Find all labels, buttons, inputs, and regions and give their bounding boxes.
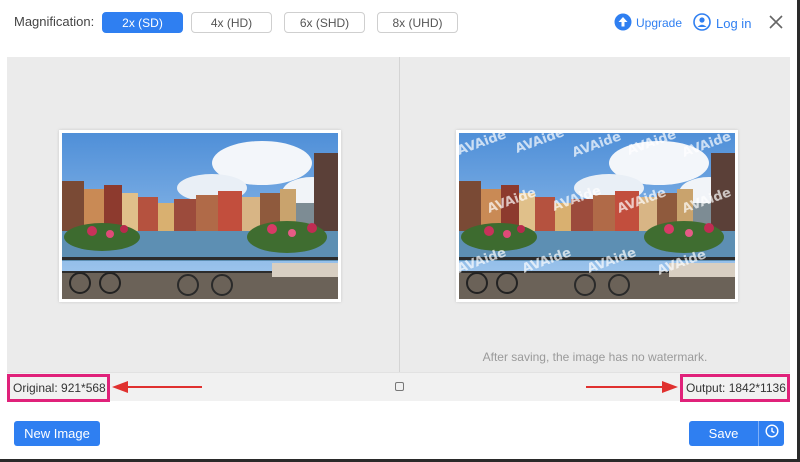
upscaler-window: Magnification: 2x (SD) 4x (HD) 6x (SHD) …: [0, 0, 800, 462]
upgrade-label: Upgrade: [636, 16, 683, 30]
user-icon: [693, 12, 711, 34]
preview-divider: [399, 57, 400, 372]
original-image-canvas: [62, 133, 338, 299]
original-image: [59, 130, 341, 302]
upgrade-icon: [614, 13, 632, 34]
login-button[interactable]: Log in: [693, 12, 751, 34]
arrow-right-icon: [586, 381, 678, 393]
magnification-6x-button[interactable]: 6x (SHD): [284, 12, 365, 33]
output-image-canvas: AVAide AVAide AVAide AVAide AVAide AVAid…: [459, 133, 735, 299]
magnification-2x-button[interactable]: 2x (SD): [102, 12, 183, 33]
arrow-left-icon: [112, 381, 202, 393]
output-dimensions: Output: 1842*1136: [680, 374, 790, 402]
toolbar: Magnification: 2x (SD) 4x (HD) 6x (SHD) …: [0, 0, 797, 45]
preview-area: AVAide AVAide AVAide AVAide AVAide AVAid…: [7, 57, 790, 372]
magnification-4x-button[interactable]: 4x (HD): [191, 12, 272, 33]
original-dimensions: Original: 921*568: [7, 374, 110, 402]
history-button[interactable]: [758, 421, 784, 446]
save-button[interactable]: Save: [689, 421, 758, 446]
no-watermark-note: After saving, the image has no watermark…: [482, 350, 708, 364]
output-image: AVAide AVAide AVAide AVAide AVAide AVAid…: [456, 130, 738, 302]
compare-toggle-icon[interactable]: [395, 382, 404, 391]
magnification-label: Magnification:: [14, 14, 95, 29]
close-icon[interactable]: [767, 13, 785, 31]
new-image-button[interactable]: New Image: [14, 421, 100, 446]
upgrade-button[interactable]: Upgrade: [614, 12, 682, 34]
magnification-8x-button[interactable]: 8x (UHD): [377, 12, 458, 33]
login-label: Log in: [716, 15, 752, 31]
clock-icon: [764, 424, 779, 443]
